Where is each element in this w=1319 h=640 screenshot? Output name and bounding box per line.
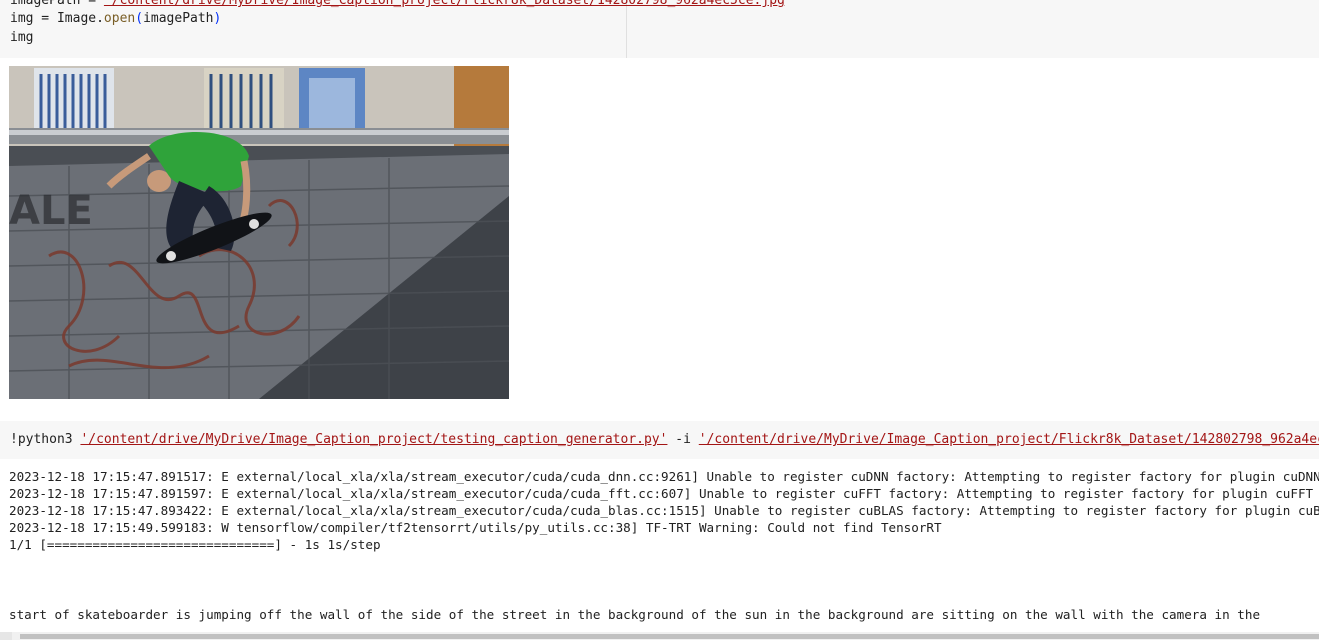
- code-function: open: [103, 11, 136, 26]
- svg-text:ALE: ALE: [9, 188, 93, 234]
- command-prefix: !python3: [10, 432, 81, 447]
- code-line-2: img = Image.open(imagePath): [10, 11, 221, 27]
- log-line: 2023-12-18 17:15:47.891597: E external/l…: [9, 486, 1314, 501]
- code-var: imagePath =: [10, 0, 104, 8]
- code-arg: imagePath: [143, 11, 214, 26]
- command-line: !python3 '/content/drive/MyDrive/Image_C…: [10, 432, 1319, 448]
- log-line: 2023-12-18 17:15:47.891517: E external/l…: [9, 469, 1319, 484]
- code-cell[interactable]: imagePath = '/content/drive/MyDrive/Imag…: [0, 0, 1319, 58]
- image-path-arg: '/content/drive/MyDrive/Image_Caption_pr…: [698, 432, 1319, 447]
- code-line-1: imagePath = '/content/drive/MyDrive/Imag…: [10, 0, 785, 9]
- code-string: '/content/drive/MyDrive/Image_Caption_pr…: [103, 0, 785, 8]
- scrollbar-thumb[interactable]: [20, 634, 1319, 639]
- skateboarder-photo: ALE: [9, 66, 509, 399]
- command-flag: -i: [667, 432, 699, 447]
- progress-line: 1/1 [==============================] - 1…: [9, 537, 381, 552]
- horizontal-scrollbar[interactable]: [0, 632, 1319, 640]
- code-prefix: img = Image.: [10, 11, 104, 26]
- code-paren-close: ): [213, 11, 222, 26]
- log-line: 2023-12-18 17:15:49.599183: W tensorflow…: [9, 520, 942, 535]
- log-output: 2023-12-18 17:15:47.891517: E external/l…: [9, 468, 1319, 553]
- log-line: 2023-12-18 17:15:47.893422: E external/l…: [9, 503, 1319, 518]
- script-path: '/content/drive/MyDrive/Image_Caption_pr…: [80, 432, 668, 447]
- code-paren-open: (: [135, 11, 144, 26]
- generated-caption: start of skateboarder is jumping off the…: [9, 607, 1261, 622]
- scroll-left-arrow-icon[interactable]: [0, 632, 12, 640]
- command-cell[interactable]: !python3 '/content/drive/MyDrive/Image_C…: [0, 421, 1319, 459]
- code-line-3: img: [10, 30, 34, 45]
